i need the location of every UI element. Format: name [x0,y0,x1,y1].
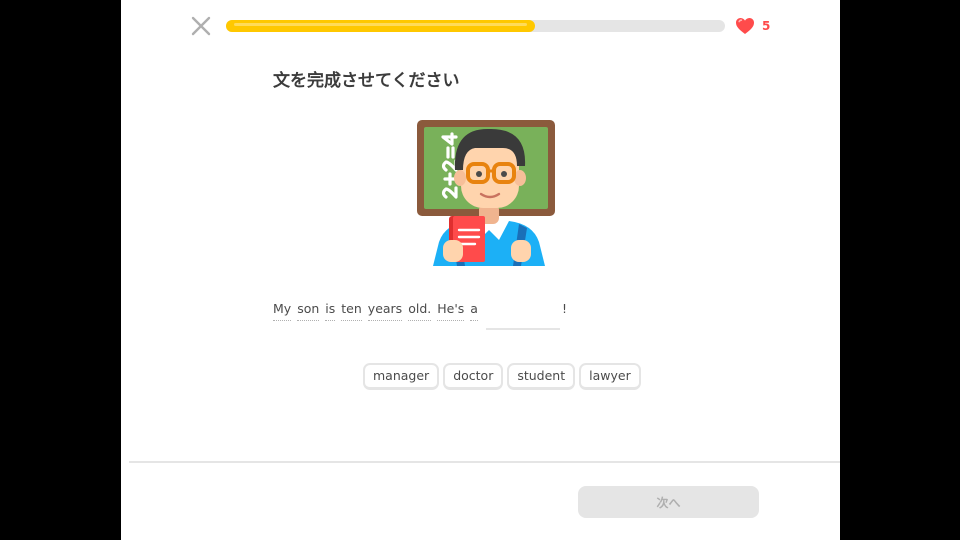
sentence-word[interactable]: old. [408,300,432,321]
footer-divider [129,461,840,463]
choice-student[interactable]: student [507,363,576,390]
choice-doctor[interactable]: doctor [443,363,504,390]
answer-blank[interactable] [485,300,560,330]
hearts-count: 5 [762,19,771,33]
choice-manager[interactable]: manager [363,363,440,390]
word-bank: manager doctor student lawyer [363,363,641,390]
heart-icon [736,18,754,34]
sentence-word[interactable]: years [367,300,403,321]
sentence-word[interactable]: My [273,300,292,321]
sentence-word[interactable]: He's [437,300,465,321]
sentence-to-complete: My son is ten years old. He's a ! [273,300,567,334]
hearts-indicator[interactable]: 5 [735,16,770,36]
sentence-word[interactable]: ten [341,300,362,321]
choice-lawyer[interactable]: lawyer [579,363,641,390]
next-button[interactable]: 次へ [578,486,759,518]
lesson-progress-fill [226,20,536,32]
lesson-progress-bar [226,20,725,32]
lesson-screen: 5 文を完成させてください My son is ten years old. H… [121,0,840,540]
progress-shine [234,23,528,26]
close-button[interactable] [189,14,213,38]
sentence-word[interactable]: son [297,300,320,321]
sentence-word[interactable]: is [325,300,336,321]
sentence-word[interactable]: a [470,300,478,321]
close-icon [191,16,211,36]
sentence-ending: ! [561,301,567,316]
exercise-title: 文を完成させてください [273,71,460,91]
teacher-chalkboard-illustration [417,120,555,266]
